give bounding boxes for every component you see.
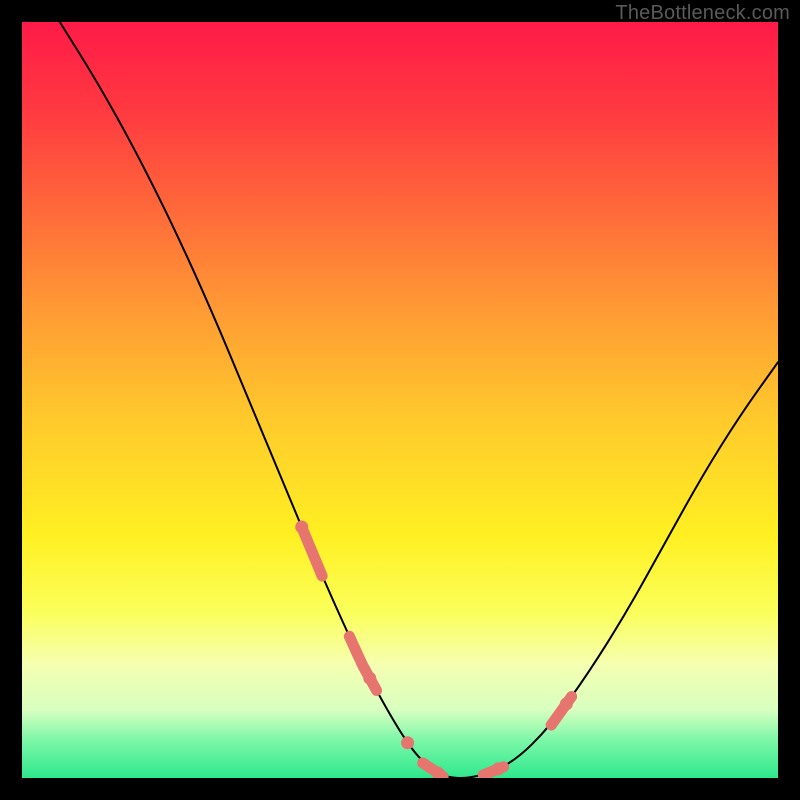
highlight-dot [492,762,505,775]
highlight-dot [560,697,573,710]
highlight-segment [302,527,397,727]
chart-plot-area [22,22,778,778]
highlight-layer [295,521,592,778]
highlight-dot [401,736,414,749]
bottleneck-curve-svg [22,22,778,778]
highlight-dot [363,672,376,685]
curve-line [60,22,778,778]
highlight-dot [295,521,308,534]
